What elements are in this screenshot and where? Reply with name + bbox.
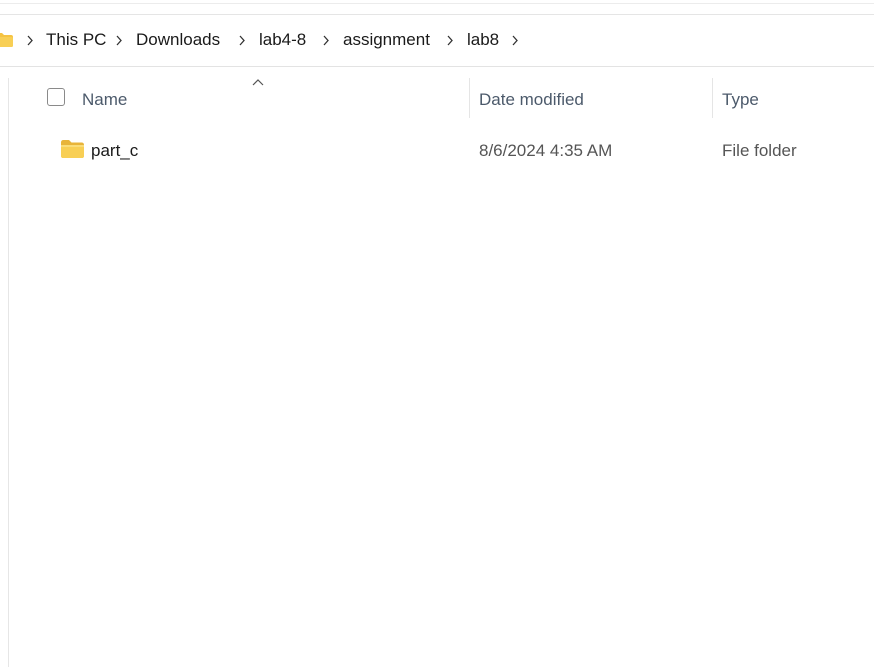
folder-icon [0, 33, 13, 47]
column-separator[interactable] [712, 78, 713, 118]
file-date-modified: 8/6/2024 4:35 AM [479, 141, 613, 160]
chevron-right-icon[interactable] [114, 35, 124, 46]
file-type: File folder [722, 141, 797, 160]
column-header-type[interactable]: Type [722, 89, 759, 111]
file-row[interactable]: part_c 8/6/2024 4:35 AM File folder [40, 130, 874, 170]
chevron-right-icon[interactable] [445, 35, 455, 46]
address-bar[interactable]: This PC Downloads lab4-8 assignment lab8 [0, 15, 874, 67]
breadcrumb-item-downloads[interactable]: Downloads [136, 29, 220, 51]
chevron-right-icon[interactable] [237, 35, 247, 46]
breadcrumb-item-lab4-8[interactable]: lab4-8 [259, 29, 306, 51]
breadcrumb-item-lab8[interactable]: lab8 [467, 29, 499, 51]
column-header-date-modified[interactable]: Date modified [479, 89, 584, 111]
breadcrumb-item-this-pc[interactable]: This PC [46, 29, 106, 51]
breadcrumb-item-assignment[interactable]: assignment [343, 29, 430, 51]
column-header-name[interactable]: Name [82, 89, 127, 111]
chevron-right-icon[interactable] [510, 35, 520, 46]
folder-icon [61, 140, 84, 158]
select-all-checkbox[interactable] [47, 88, 65, 106]
title-bar-edge [0, 0, 874, 15]
sort-ascending-icon [252, 79, 264, 86]
column-separator[interactable] [469, 78, 470, 118]
chevron-right-icon[interactable] [321, 35, 331, 46]
nav-pane-divider[interactable] [8, 78, 9, 667]
title-bar-line [0, 3, 874, 4]
file-name[interactable]: part_c [91, 140, 138, 162]
chevron-right-icon[interactable] [25, 35, 35, 46]
